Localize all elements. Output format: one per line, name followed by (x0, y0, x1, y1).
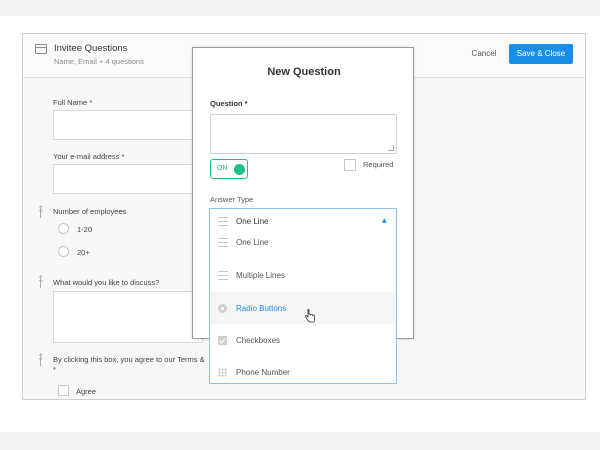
required-checkbox[interactable] (344, 159, 356, 171)
employees-option-label: 1-20 (77, 225, 93, 234)
terms-required-mark: * (53, 365, 56, 374)
employees-label: Number of employees (53, 207, 127, 216)
phone-grid-icon (218, 368, 227, 377)
save-close-button[interactable]: Save & Close (509, 44, 573, 64)
checkbox-icon (218, 336, 227, 345)
agree-label: Agree (76, 387, 97, 396)
option-radio-buttons[interactable]: Radio Buttons (210, 292, 396, 324)
drag-handle-icon[interactable] (37, 353, 45, 368)
agree-checkbox[interactable] (58, 385, 69, 396)
employees-radio-1[interactable] (58, 223, 69, 234)
option-checkboxes[interactable]: Checkboxes (210, 325, 396, 357)
email-label: Your e-mail address * (53, 152, 125, 161)
bottom-background-band (0, 432, 600, 450)
multiple-lines-icon (218, 271, 228, 280)
toggle-knob-icon (234, 164, 245, 175)
drag-handle-icon[interactable] (37, 205, 45, 220)
option-label: One Line (236, 238, 269, 247)
radio-icon (218, 304, 227, 313)
modal-title: New Question (267, 66, 341, 78)
answer-type-label: Answer Type (210, 195, 254, 204)
cancel-button[interactable]: Cancel (467, 47, 501, 61)
option-label: Multiple Lines (236, 271, 285, 280)
on-toggle[interactable]: ON (210, 159, 248, 179)
option-label: Phone Number (236, 368, 290, 377)
selected-answer-type: One Line (236, 217, 269, 226)
discuss-label: What would you like to discuss? (53, 278, 160, 287)
email-input[interactable] (53, 164, 203, 194)
question-textarea[interactable] (210, 114, 397, 154)
drag-handle-icon[interactable] (37, 275, 45, 290)
hand-cursor-icon (305, 309, 315, 323)
option-label: Checkboxes (236, 336, 281, 345)
one-line-icon (218, 238, 228, 247)
question-label: Question * (210, 99, 248, 108)
full-name-label: Full Name * (53, 98, 93, 107)
top-background-band (0, 0, 600, 16)
panel-subtitle: Name, Email + 4 questions (54, 57, 144, 66)
answer-type-dropdown[interactable]: One Line ▲ One Line Multiple Lines Radio… (209, 208, 397, 384)
form-icon (35, 44, 47, 54)
terms-label: By clicking this box, you agree to our T… (53, 355, 205, 364)
option-one-line[interactable]: One Line (210, 229, 396, 261)
option-label: Radio Buttons (236, 304, 287, 313)
option-multiple-lines[interactable]: Multiple Lines (210, 261, 396, 293)
toggle-label: ON (217, 165, 228, 172)
employees-radio-2[interactable] (58, 246, 69, 257)
chevron-up-icon[interactable]: ▲ (382, 217, 387, 224)
full-name-input[interactable] (53, 110, 203, 140)
discuss-textarea[interactable] (53, 291, 203, 343)
required-label: Required (363, 160, 394, 169)
one-line-icon (218, 217, 228, 226)
option-phone-number[interactable]: Phone Number (210, 357, 396, 389)
employees-option-label: 20+ (77, 248, 90, 257)
panel-title: Invitee Questions (54, 43, 128, 54)
